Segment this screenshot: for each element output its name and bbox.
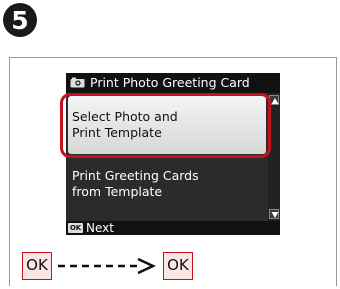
menu-item-print-greeting-cards-from-template[interactable]: Print Greeting Cards from Template (68, 164, 266, 214)
scroll-down-button[interactable] (269, 209, 279, 219)
screen-title-bar: Print Photo Greeting Card (66, 73, 280, 93)
arrow-right-icon (58, 257, 156, 275)
ok-button-first[interactable]: OK (22, 252, 52, 280)
footer-next-label: Next (86, 221, 114, 235)
ok-button-hint: OK (68, 223, 83, 233)
step-number-badge: 5 (3, 3, 37, 37)
scroll-down-icon (271, 212, 279, 218)
menu-item-label-line1: Print Greeting Cards (72, 168, 199, 183)
menu-item-label-line2: from Template (72, 184, 163, 199)
ok-button-second[interactable]: OK (163, 252, 193, 280)
camera-icon (70, 77, 85, 88)
screen-title: Print Photo Greeting Card (90, 75, 250, 90)
selection-highlight-outline (60, 93, 271, 158)
screen-footer: OK Next (66, 221, 280, 235)
scroll-up-icon (271, 98, 279, 104)
